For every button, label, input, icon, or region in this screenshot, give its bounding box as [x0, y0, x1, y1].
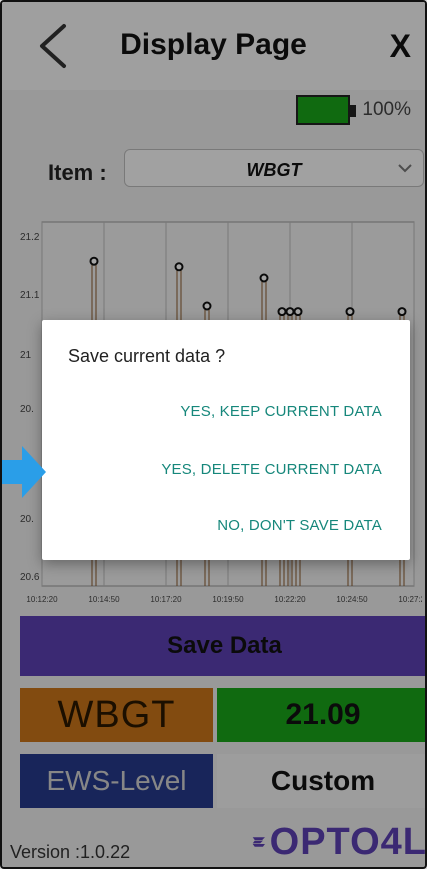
save-dialog: Save current data ? YES, KEEP CURRENT DA… — [42, 320, 410, 560]
keep-data-button[interactable]: YES, KEEP CURRENT DATA — [180, 403, 382, 420]
pointer-arrow-icon — [2, 446, 46, 498]
dialog-message: Save current data ? — [68, 346, 226, 366]
dont-save-button[interactable]: NO, DON'T SAVE DATA — [217, 517, 382, 534]
delete-data-button[interactable]: YES, DELETE CURRENT DATA — [161, 461, 382, 478]
app-screen: Display Page X 100% Item : WBGT 21.2 21.1… — [0, 0, 427, 869]
